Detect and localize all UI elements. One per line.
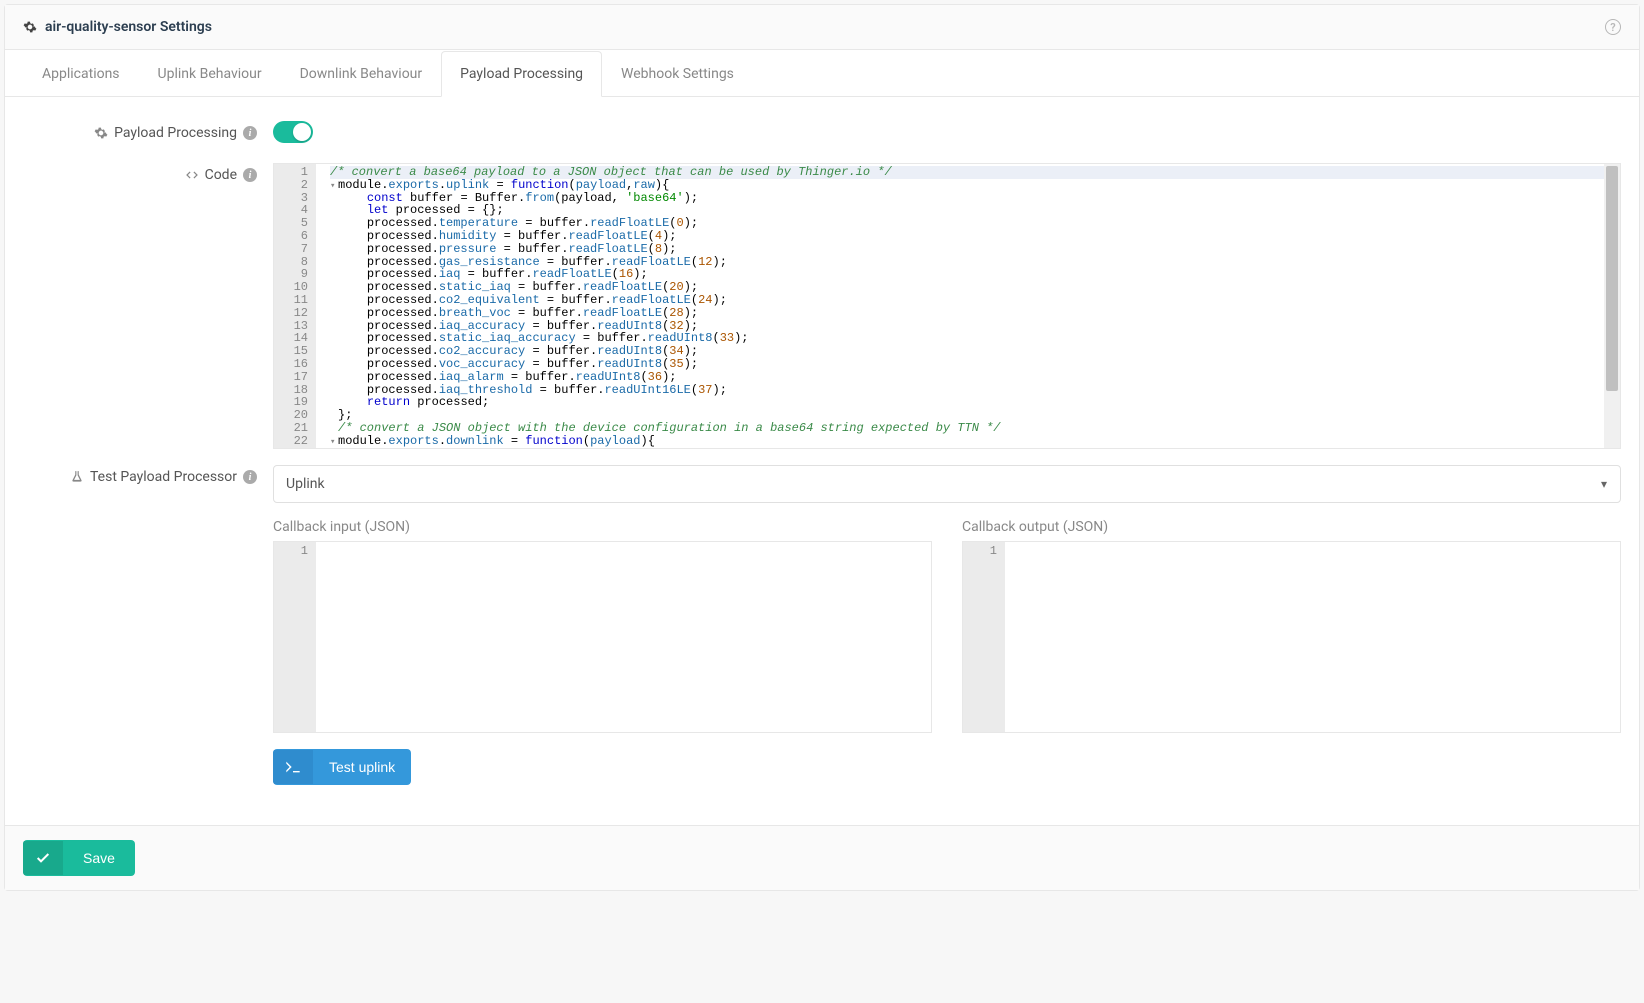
row-callbacks: Callback input (JSON) 1 Callback output … bbox=[23, 519, 1621, 733]
callback-input-editor[interactable]: 1 bbox=[273, 541, 932, 733]
row-code: Code i 123456789101112131415161718192021… bbox=[23, 163, 1621, 449]
row-payload-processing: Payload Processing i bbox=[23, 121, 1621, 147]
terminal-icon bbox=[273, 750, 313, 784]
editor-gutter: 12345678910111213141516171819202122 bbox=[274, 164, 316, 448]
info-icon[interactable]: i bbox=[243, 168, 257, 182]
mini-gutter: 1 bbox=[963, 542, 1005, 732]
callback-output-editor[interactable]: 1 bbox=[962, 541, 1621, 733]
settings-panel: air-quality-sensor Settings ? Applicatio… bbox=[4, 4, 1640, 891]
callback-output-label: Callback output (JSON) bbox=[962, 519, 1621, 535]
tab-uplink-behaviour[interactable]: Uplink Behaviour bbox=[139, 51, 281, 97]
check-icon bbox=[23, 841, 63, 875]
code-icon bbox=[185, 168, 199, 182]
tabs: Applications Uplink Behaviour Downlink B… bbox=[5, 50, 1639, 97]
tab-content: Payload Processing i Code i 123456789101… bbox=[5, 97, 1639, 825]
row-test: Test Payload Processor i Uplink bbox=[23, 465, 1621, 503]
page-title-wrap: air-quality-sensor Settings bbox=[23, 19, 212, 35]
panel-footer: Save bbox=[5, 825, 1639, 890]
gear-icon bbox=[23, 20, 37, 34]
tab-downlink-behaviour[interactable]: Downlink Behaviour bbox=[281, 51, 442, 97]
label-payload-processing: Payload Processing i bbox=[23, 121, 273, 141]
tab-webhook-settings[interactable]: Webhook Settings bbox=[602, 51, 753, 97]
tab-payload-processing[interactable]: Payload Processing bbox=[441, 51, 602, 97]
info-icon[interactable]: i bbox=[243, 126, 257, 140]
code-editor[interactable]: 12345678910111213141516171819202122 /* c… bbox=[273, 163, 1621, 449]
info-icon[interactable]: i bbox=[243, 470, 257, 484]
page-title: air-quality-sensor Settings bbox=[45, 19, 212, 35]
test-direction-select[interactable]: Uplink bbox=[273, 465, 1621, 503]
payload-processing-toggle[interactable] bbox=[273, 121, 313, 143]
flask-icon bbox=[70, 470, 84, 484]
tab-applications[interactable]: Applications bbox=[23, 51, 139, 97]
row-test-button: Test uplink bbox=[23, 749, 1621, 785]
editor-lines[interactable]: /* convert a base64 payload to a JSON ob… bbox=[326, 164, 1620, 449]
help-icon[interactable]: ? bbox=[1605, 19, 1621, 35]
label-test: Test Payload Processor i bbox=[23, 465, 273, 485]
panel-heading: air-quality-sensor Settings ? bbox=[5, 5, 1639, 50]
test-uplink-button[interactable]: Test uplink bbox=[273, 749, 411, 785]
callback-input-label: Callback input (JSON) bbox=[273, 519, 932, 535]
save-button[interactable]: Save bbox=[23, 840, 135, 876]
label-code: Code i bbox=[23, 163, 273, 183]
editor-scroll-thumb[interactable] bbox=[1606, 166, 1618, 391]
gear-icon bbox=[94, 126, 108, 140]
editor-scrollbar[interactable] bbox=[1604, 164, 1620, 448]
mini-gutter: 1 bbox=[274, 542, 316, 732]
